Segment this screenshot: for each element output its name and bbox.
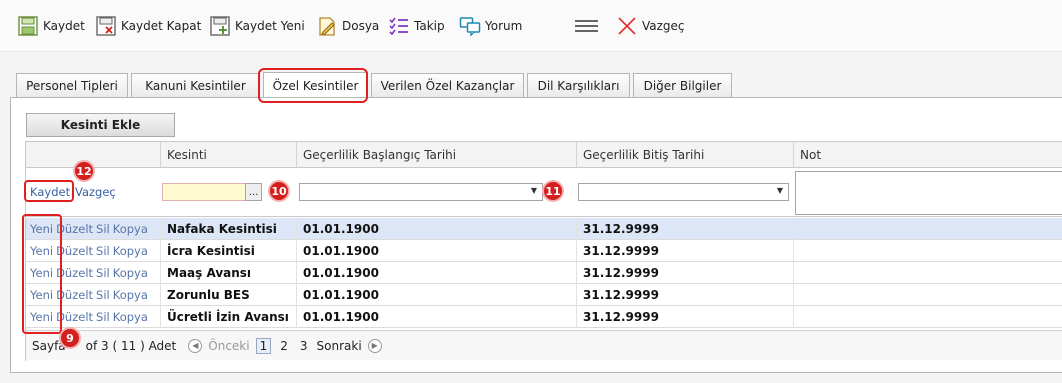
cell-kesinti: Ücretli İzin Avansı	[161, 306, 297, 328]
table-row[interactable]: Yeni Düzelt Sil Kopya İcra Kesintisi 01.…	[26, 240, 1062, 262]
comment-icon	[459, 17, 481, 37]
cancel-label: Vazgeç	[642, 19, 685, 33]
row-delete-link[interactable]: Sil	[96, 310, 110, 324]
cell-kesinti: İcra Kesintisi	[161, 240, 297, 262]
cell-end-date: 31.12.9999	[577, 306, 794, 328]
table-row[interactable]: Yeni Düzelt Sil Kopya Ücretli İzin Avans…	[26, 306, 1062, 328]
file-button[interactable]: Dosya	[316, 15, 379, 37]
row-delete-link[interactable]: Sil	[96, 222, 110, 236]
save-new-icon	[210, 16, 230, 36]
save-close-button[interactable]: Kaydet Kapat	[95, 15, 201, 37]
cell-start-date: 01.01.1900	[297, 306, 577, 328]
row-copy-link[interactable]: Kopya	[113, 288, 148, 302]
annotation-badge-9: 9	[59, 327, 81, 349]
save-close-icon	[96, 16, 116, 36]
tab-personel-tipleri[interactable]: Personel Tipleri	[16, 73, 128, 98]
file-label: Dosya	[342, 19, 380, 33]
tab-kanuni-kesintiler[interactable]: Kanuni Kesintiler	[131, 73, 260, 98]
column-header-end-date[interactable]: Geçerlilik Bitiş Tarihi	[577, 142, 794, 168]
new-link-highlight	[22, 214, 62, 334]
annotation-badge-10: 10	[268, 180, 290, 202]
column-header-actions	[26, 142, 161, 168]
cell-note	[794, 218, 1062, 240]
tab-dil-karsiliklari[interactable]: Dil Karşılıkları	[527, 73, 630, 98]
start-date-select[interactable]: ▼	[299, 183, 543, 201]
end-date-select[interactable]: ▼	[578, 183, 789, 201]
menu-button[interactable]	[572, 15, 598, 37]
column-header-note[interactable]: Not	[794, 142, 1062, 168]
save-icon	[18, 16, 38, 36]
cell-note	[794, 262, 1062, 284]
toolbar: Kaydet Kaydet Kapat Kaydet Yeni Dosya Ta…	[0, 0, 1062, 52]
cell-end-date: 31.12.9999	[577, 240, 794, 262]
annotation-badge-12: 12	[73, 160, 95, 182]
lookup-button[interactable]: ...	[245, 183, 262, 201]
cell-start-date: 01.01.1900	[297, 218, 577, 240]
next-arrow-icon[interactable]: ▶	[367, 338, 382, 353]
chevron-down-icon: ▼	[776, 186, 783, 195]
active-tab-highlight	[258, 68, 368, 103]
cancel-button[interactable]: Vazgeç	[616, 15, 685, 37]
row-delete-link[interactable]: Sil	[96, 244, 110, 258]
page-2[interactable]: 2	[277, 339, 291, 353]
save-new-label: Kaydet Yeni	[235, 19, 305, 33]
pager-total: of 3 ( 11 ) Adet	[85, 338, 177, 353]
column-header-kesinti[interactable]: Kesinti	[161, 142, 297, 168]
row-copy-link[interactable]: Kopya	[113, 244, 148, 258]
tab-diger-bilgiler[interactable]: Diğer Bilgiler	[633, 73, 732, 98]
row-delete-link[interactable]: Sil	[96, 288, 110, 302]
cell-note	[794, 240, 1062, 262]
save-button[interactable]: Kaydet	[17, 15, 85, 37]
prev-arrow-icon[interactable]: ◀	[188, 338, 203, 353]
row-delete-link[interactable]: Sil	[96, 266, 110, 280]
cell-end-date: 31.12.9999	[577, 262, 794, 284]
row-copy-link[interactable]: Kopya	[113, 266, 148, 280]
row-copy-link[interactable]: Kopya	[113, 222, 148, 236]
chevron-down-icon: ▼	[530, 186, 537, 195]
cell-note	[794, 306, 1062, 328]
column-header-start-date[interactable]: Geçerlilik Başlangıç Tarihi	[297, 142, 577, 168]
annotation-badge-11: 11	[542, 180, 564, 202]
cell-note	[794, 284, 1062, 306]
table-row[interactable]: Yeni Düzelt Sil Kopya Zorunlu BES 01.01.…	[26, 284, 1062, 306]
tab-verilen-ozel-kazanclar[interactable]: Verilen Özel Kazançlar	[371, 73, 524, 98]
cell-end-date: 31.12.9999	[577, 284, 794, 306]
save-close-label: Kaydet Kapat	[121, 19, 202, 33]
cell-kesinti: Maaş Avansı	[161, 262, 297, 284]
add-deduction-button[interactable]: Kesinti Ekle	[26, 113, 175, 137]
close-icon	[618, 17, 636, 35]
cell-start-date: 01.01.1900	[297, 284, 577, 306]
page-1[interactable]: 1	[255, 337, 272, 354]
comment-label: Yorum	[485, 19, 523, 33]
cell-end-date: 31.12.9999	[577, 218, 794, 240]
edit-cancel-link[interactable]: Vazgeç	[75, 185, 116, 199]
cell-kesinti: Nafaka Kesintisi	[161, 218, 297, 240]
pager-next[interactable]: Sonraki	[317, 339, 362, 353]
note-textarea[interactable]	[795, 171, 1062, 215]
table-row[interactable]: Yeni Düzelt Sil Kopya Maaş Avansı 01.01.…	[26, 262, 1062, 284]
save-cancel-highlight	[24, 180, 74, 202]
pager-prev[interactable]: Önceki	[208, 339, 249, 353]
cell-start-date: 01.01.1900	[297, 240, 577, 262]
pager: Sayfa of 3 ( 11 ) Adet ◀ Önceki 1 2 3 So…	[26, 330, 1062, 360]
save-label: Kaydet	[43, 19, 85, 33]
row-copy-link[interactable]: Kopya	[113, 310, 148, 324]
file-edit-icon	[319, 17, 335, 36]
checklist-icon	[389, 17, 408, 36]
comment-button[interactable]: Yorum	[459, 15, 522, 37]
table-row[interactable]: Yeni Düzelt Sil Kopya Nafaka Kesintisi 0…	[26, 218, 1062, 240]
save-new-button[interactable]: Kaydet Yeni	[209, 15, 305, 37]
hamburger-menu-icon	[575, 20, 598, 32]
track-label: Takip	[414, 19, 445, 33]
deductions-grid: Kesinti Geçerlilik Başlangıç Tarihi Geçe…	[25, 141, 1062, 361]
page-3[interactable]: 3	[297, 339, 311, 353]
cell-start-date: 01.01.1900	[297, 262, 577, 284]
cell-kesinti: Zorunlu BES	[161, 284, 297, 306]
track-button[interactable]: Takip	[388, 15, 445, 37]
